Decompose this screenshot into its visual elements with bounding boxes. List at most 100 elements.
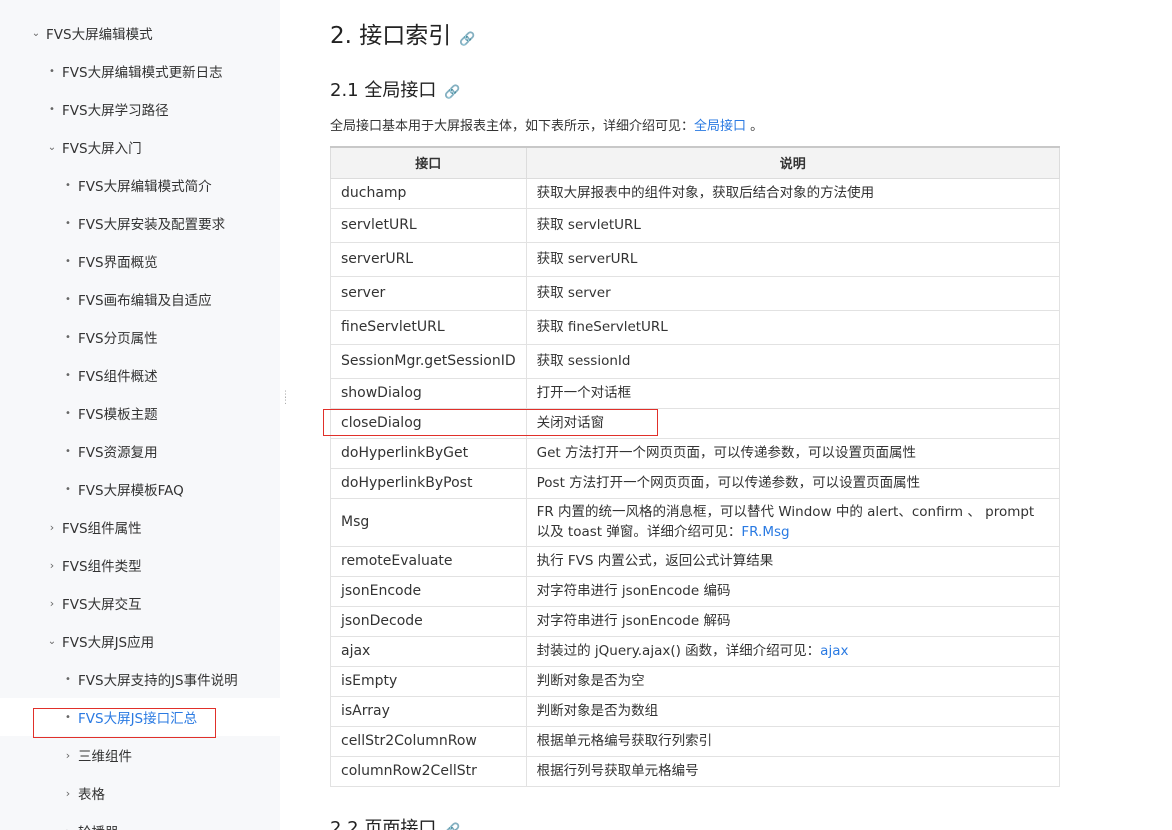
api-description-cell: 获取 serverURL: [525, 241, 1061, 277]
api-description-cell: 对字符串进行 jsonEncode 解码: [525, 605, 1061, 637]
api-name-cell: server: [330, 275, 527, 311]
sidebar-item[interactable]: › FVS组件属性: [0, 508, 280, 546]
sidebar-item[interactable]: • FVS大屏编辑模式更新日志: [0, 52, 280, 90]
anchor-link-icon[interactable]: 🔗: [444, 85, 460, 100]
sidebar-item[interactable]: › 三维组件: [0, 736, 280, 774]
sidebar-item[interactable]: • FVS大屏编辑模式简介: [0, 166, 280, 204]
chevron-right-icon[interactable]: ›: [62, 825, 74, 830]
sidebar-item[interactable]: • FVS画布编辑及自适应: [0, 280, 280, 318]
api-name-cell: ajax: [330, 635, 527, 667]
sidebar-item[interactable]: • FVS组件概述: [0, 356, 280, 394]
doc-link[interactable]: ajax: [820, 643, 848, 659]
sidebar-item[interactable]: › 轮播器: [0, 812, 280, 830]
sidebar-item[interactable]: • FVS大屏学习路径: [0, 90, 280, 128]
table-row: remoteEvaluate 执行 FVS 内置公式，返回公式计算结果: [330, 545, 1061, 577]
chevron-down-icon[interactable]: ⌄: [46, 636, 58, 647]
table-row: Msg FR 内置的统一风格的消息框，可以替代 Window 中的 alert、c…: [330, 497, 1061, 547]
table-row: columnRow2CellStr 根据行列号获取单元格编号: [330, 755, 1061, 787]
table-row: servletURL 获取 servletURL: [330, 207, 1061, 243]
bullet-icon: •: [65, 483, 71, 495]
sidebar-item-label: FVS大屏入门: [62, 141, 142, 157]
sidebar-item[interactable]: ⌄ FVS大屏编辑模式: [0, 14, 280, 52]
sidebar-item[interactable]: ⌄ FVS大屏入门: [0, 128, 280, 166]
bullet-icon: •: [49, 65, 55, 77]
api-description-cell: 判断对象是否为数组: [525, 695, 1061, 727]
api-description-cell: 对字符串进行 jsonEncode 编码: [525, 575, 1061, 607]
page-title-text: 2. 接口索引: [330, 23, 452, 49]
api-description-cell: 根据单元格编号获取行列索引: [525, 725, 1061, 757]
chevron-right-icon[interactable]: ›: [46, 521, 58, 534]
table-row: SessionMgr.getSessionID 获取 sessionId: [330, 343, 1061, 379]
bullet-icon: •: [65, 407, 71, 419]
chevron-right-icon[interactable]: ›: [62, 749, 74, 762]
sidebar-item-label: FVS大屏学习路径: [62, 103, 169, 119]
sidebar-item[interactable]: • FVS资源复用: [0, 432, 280, 470]
sidebar-item[interactable]: › FVS大屏交互: [0, 584, 280, 622]
sidebar-item[interactable]: › FVS组件类型: [0, 546, 280, 584]
page-title: 2. 接口索引 🔗: [330, 16, 475, 50]
api-description-cell: FR 内置的统一风格的消息框，可以替代 Window 中的 alert、conf…: [525, 497, 1061, 547]
chevron-right-icon[interactable]: ›: [46, 597, 58, 610]
api-name-cell: columnRow2CellStr: [330, 755, 527, 787]
description-text: 判断对象是否为数组: [536, 703, 659, 719]
sidebar-item[interactable]: • FVS大屏支持的JS事件说明: [0, 660, 280, 698]
api-description-cell: 关闭对话窗: [525, 407, 1061, 439]
table-row: ajax 封装过的 jQuery.ajax() 函数，详细介绍可见：ajax: [330, 635, 1061, 667]
api-description-cell: 获取大屏报表中的组件对象，获取后结合对象的方法使用: [525, 177, 1061, 209]
sidebar-item-label: FVS分页属性: [78, 331, 158, 347]
description-text: Get 方法打开一个网页页面，可以传递参数，可以设置页面属性: [536, 445, 916, 461]
sidebar-item[interactable]: › 表格: [0, 774, 280, 812]
bullet-icon: •: [65, 255, 71, 267]
table-header-row: 接口 说明: [330, 146, 1061, 179]
sidebar-item-label: FVS大屏编辑模式更新日志: [62, 65, 223, 81]
sidebar-item[interactable]: • FVS大屏JS接口汇总: [0, 698, 280, 736]
description-text: 对字符串进行 jsonEncode 编码: [536, 583, 731, 599]
global-api-link[interactable]: 全局接口: [694, 119, 746, 134]
sidebar-item-label: FVS大屏编辑模式简介: [78, 179, 212, 195]
sidebar-item-label: FVS大屏编辑模式: [46, 27, 153, 43]
chevron-down-icon[interactable]: ⌄: [46, 142, 58, 153]
api-name-cell: isEmpty: [330, 665, 527, 697]
sidebar-item-label: FVS画布编辑及自适应: [78, 293, 212, 309]
table-row: server 获取 server: [330, 275, 1061, 311]
sidebar-item[interactable]: • FVS分页属性: [0, 318, 280, 356]
sidebar-item-label: FVS界面概览: [78, 255, 158, 271]
description-text: 根据行列号获取单元格编号: [536, 763, 699, 779]
table-row: jsonEncode 对字符串进行 jsonEncode 编码: [330, 575, 1061, 607]
sidebar-item[interactable]: • FVS界面概览: [0, 242, 280, 280]
api-name-cell: remoteEvaluate: [330, 545, 527, 577]
api-name-cell: closeDialog: [330, 407, 527, 439]
resize-handle[interactable]: ⋮ ⋮: [281, 391, 290, 406]
sidebar-item[interactable]: • FVS大屏安装及配置要求: [0, 204, 280, 242]
sidebar-item[interactable]: • FVS大屏模板FAQ: [0, 470, 280, 508]
description-text: 获取大屏报表中的组件对象，获取后结合对象的方法使用: [536, 185, 875, 201]
api-description-cell: 执行 FVS 内置公式，返回公式计算结果: [525, 545, 1061, 577]
doc-link[interactable]: FR.Msg: [741, 524, 789, 540]
description-text: 根据单元格编号获取行列索引: [536, 733, 713, 749]
api-name-cell: jsonDecode: [330, 605, 527, 637]
chevron-right-icon[interactable]: ›: [46, 559, 58, 572]
bullet-icon: •: [65, 673, 71, 685]
chevron-right-icon[interactable]: ›: [62, 787, 74, 800]
api-name-cell: cellStr2ColumnRow: [330, 725, 527, 757]
api-name-cell: doHyperlinkByPost: [330, 467, 527, 499]
column-header-interface: 接口: [330, 146, 527, 179]
api-description-cell: 封装过的 jQuery.ajax() 函数，详细介绍可见：ajax: [525, 635, 1061, 667]
description-text: 对字符串进行 jsonEncode 解码: [536, 613, 731, 629]
section-title-text: 2.1 全局接口: [330, 80, 437, 101]
table-row: doHyperlinkByPost Post 方法打开一个网页页面，可以传递参数，…: [330, 467, 1061, 499]
description-text: 获取 serverURL: [536, 251, 638, 267]
anchor-link-icon[interactable]: 🔗: [459, 32, 475, 47]
api-description-cell: 获取 servletURL: [525, 207, 1061, 243]
bullet-icon: •: [65, 179, 71, 191]
sidebar-item[interactable]: • FVS模板主题: [0, 394, 280, 432]
chevron-down-icon[interactable]: ⌄: [30, 28, 42, 39]
api-name-cell: doHyperlinkByGet: [330, 437, 527, 469]
table-row: cellStr2ColumnRow 根据单元格编号获取行列索引: [330, 725, 1061, 757]
sidebar-item[interactable]: ⌄ FVS大屏JS应用: [0, 622, 280, 660]
api-description-cell: 根据行列号获取单元格编号: [525, 755, 1061, 787]
anchor-link-icon[interactable]: 🔗: [444, 823, 460, 830]
intro-suffix: 。: [746, 119, 764, 134]
description-text: 获取 servletURL: [536, 217, 641, 233]
next-section-title-text: 2.2 页面接口: [330, 818, 437, 830]
